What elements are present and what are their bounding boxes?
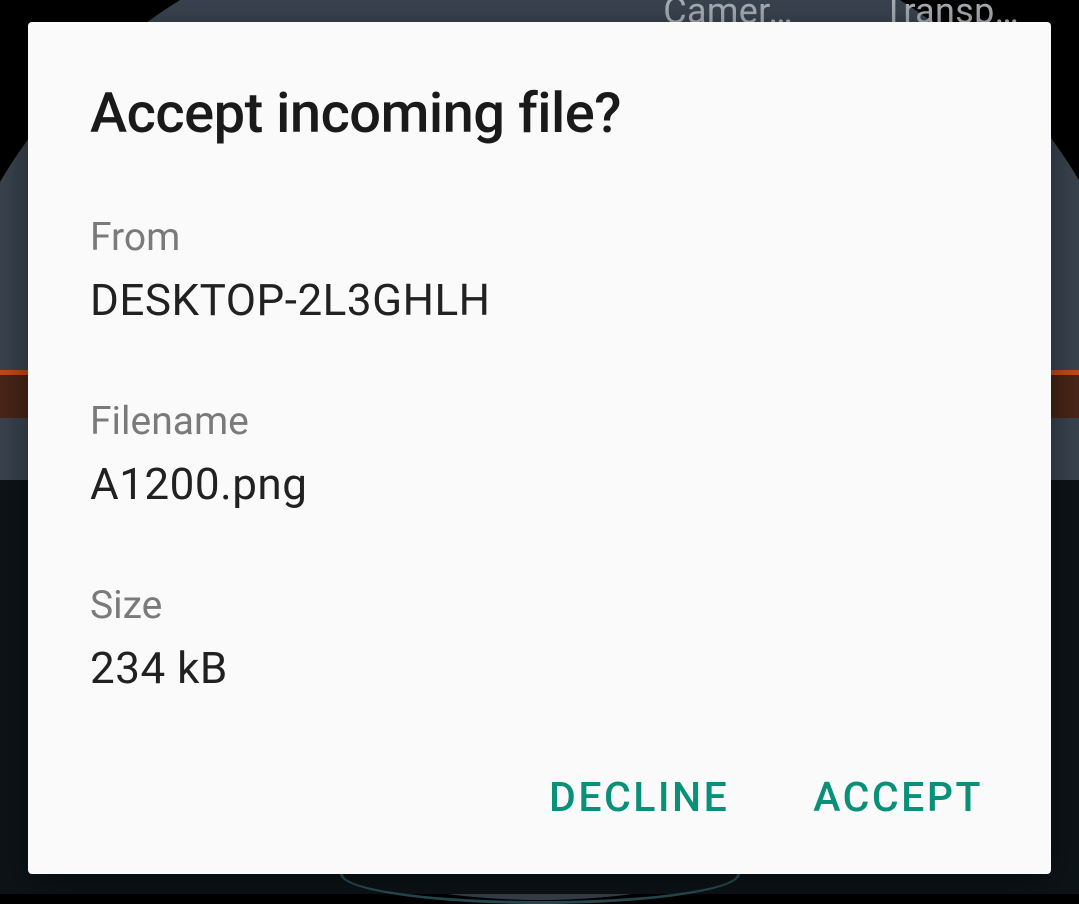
incoming-file-dialog: Accept incoming file? From DESKTOP-2L3GH… — [28, 22, 1051, 874]
accept-button[interactable]: ACCEPT — [809, 766, 987, 830]
from-field-group: From DESKTOP-2L3GHLH — [90, 214, 989, 326]
size-label: Size — [90, 582, 989, 628]
from-value: DESKTOP-2L3GHLH — [90, 274, 989, 326]
size-field-group: Size 234 kB — [90, 582, 989, 694]
from-label: From — [90, 214, 989, 260]
dialog-actions: DECLINE ACCEPT — [90, 766, 989, 830]
size-value: 234 kB — [90, 642, 989, 694]
filename-field-group: Filename A1200.png — [90, 398, 989, 510]
filename-label: Filename — [90, 398, 989, 444]
filename-value: A1200.png — [90, 458, 989, 510]
dialog-title: Accept incoming file? — [90, 80, 989, 146]
decline-button[interactable]: DECLINE — [545, 766, 733, 830]
